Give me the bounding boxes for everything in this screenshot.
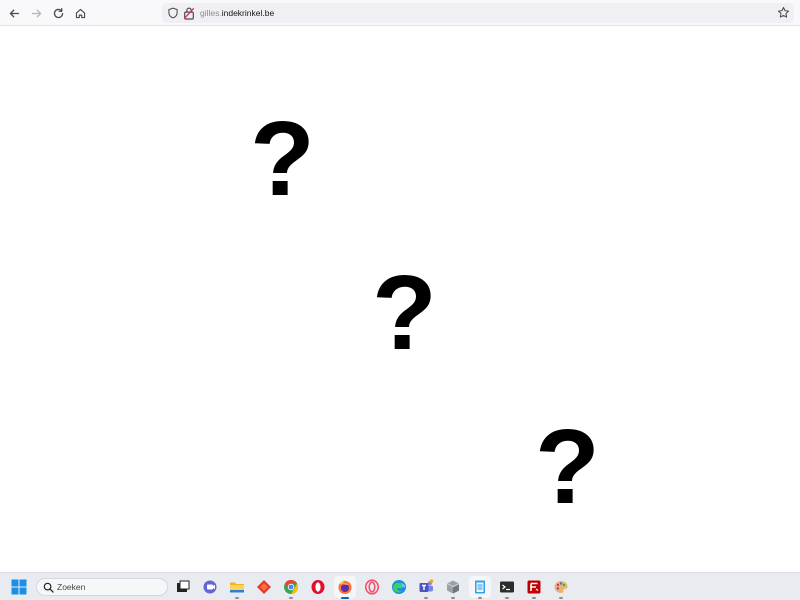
reload-icon [53, 7, 63, 18]
back-button[interactable] [4, 3, 24, 23]
forward-arrow-icon [31, 9, 41, 17]
folder-icon [230, 582, 244, 593]
opera-gx-icon [365, 579, 379, 595]
url-domain: indekrinkel.be [221, 8, 275, 18]
question-mark-1: ? [250, 100, 315, 218]
teams-button[interactable] [415, 576, 437, 599]
screen: gilles.indekrinkel.be ? ? ? [0, 0, 800, 600]
running-indicator [451, 597, 455, 599]
notepad-button[interactable] [469, 576, 491, 599]
windows-start-icon[interactable] [11, 579, 27, 595]
paint-button[interactable] [550, 576, 572, 599]
chrome-button[interactable] [280, 576, 302, 599]
home-button[interactable] [70, 3, 90, 23]
chrome-icon [284, 580, 298, 594]
taskbar-search[interactable] [36, 578, 168, 596]
task-view-button[interactable] [172, 576, 194, 598]
teams-icon [419, 579, 434, 592]
git-client-button[interactable] [253, 576, 275, 598]
running-indicator [235, 597, 239, 599]
package-box-icon [446, 580, 460, 594]
running-indicator [505, 597, 509, 599]
git-diamond-icon [257, 580, 271, 594]
edge-icon [392, 580, 406, 594]
active-indicator [341, 597, 349, 599]
star-icon[interactable] [777, 6, 790, 19]
file-explorer-button[interactable] [226, 576, 248, 599]
terminal-button[interactable] [496, 576, 518, 599]
reload-button[interactable] [48, 3, 68, 23]
opera-gx-button[interactable] [361, 576, 383, 598]
filezilla-button[interactable] [523, 576, 545, 599]
question-mark-2: ? [372, 254, 437, 372]
running-indicator [478, 597, 482, 599]
url-text[interactable]: gilles.indekrinkel.be [200, 7, 274, 19]
chat-icon [203, 580, 217, 594]
running-indicator [424, 597, 428, 599]
paint-palette-icon [554, 581, 568, 593]
firefox-button[interactable] [334, 576, 356, 599]
forward-button[interactable] [26, 3, 46, 23]
notepad-icon [475, 580, 485, 594]
filezilla-icon [527, 580, 541, 594]
question-mark-3: ? [535, 408, 600, 526]
search-input[interactable] [57, 580, 161, 594]
running-indicator [532, 597, 536, 599]
shield-icon[interactable] [167, 7, 179, 19]
opera-icon [311, 580, 325, 594]
teams-chat-button[interactable] [199, 576, 221, 598]
running-indicator [289, 597, 293, 599]
firefox-icon [338, 580, 352, 594]
running-indicator [559, 597, 563, 599]
search-icon [43, 582, 54, 593]
task-view-icon [177, 580, 190, 592]
home-icon [75, 8, 85, 18]
url-subdomain: gilles. [200, 8, 222, 18]
taskbar [0, 572, 800, 600]
address-bar[interactable]: gilles.indekrinkel.be [162, 3, 794, 23]
edge-button[interactable] [388, 576, 410, 598]
browser-toolbar: gilles.indekrinkel.be [0, 0, 800, 26]
opera-button[interactable] [307, 576, 329, 598]
package-manager-button[interactable] [442, 576, 464, 599]
back-arrow-icon [9, 9, 19, 17]
terminal-icon [500, 581, 514, 593]
insecure-lock-icon[interactable] [183, 6, 195, 20]
